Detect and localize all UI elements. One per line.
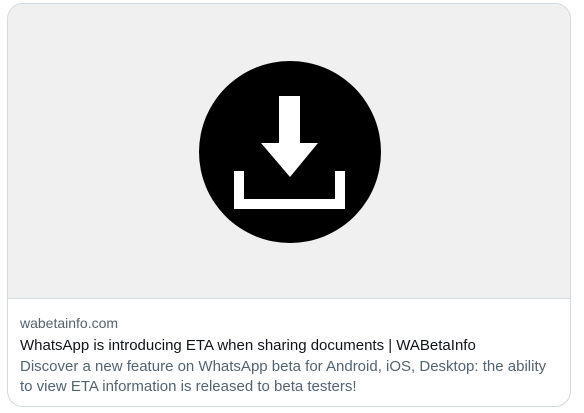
link-domain: wabetainfo.com (20, 315, 119, 331)
download-icon (199, 61, 381, 243)
link-preview-text: wabetainfo.com WhatsApp is introducing E… (20, 313, 560, 397)
link-title[interactable]: WhatsApp is introducing ETA when sharing… (20, 336, 560, 356)
link-description: Discover a new feature on WhatsApp beta … (20, 358, 547, 395)
link-preview-image[interactable] (8, 4, 570, 299)
link-preview-card[interactable]: wabetainfo.com WhatsApp is introducing E… (7, 3, 571, 407)
